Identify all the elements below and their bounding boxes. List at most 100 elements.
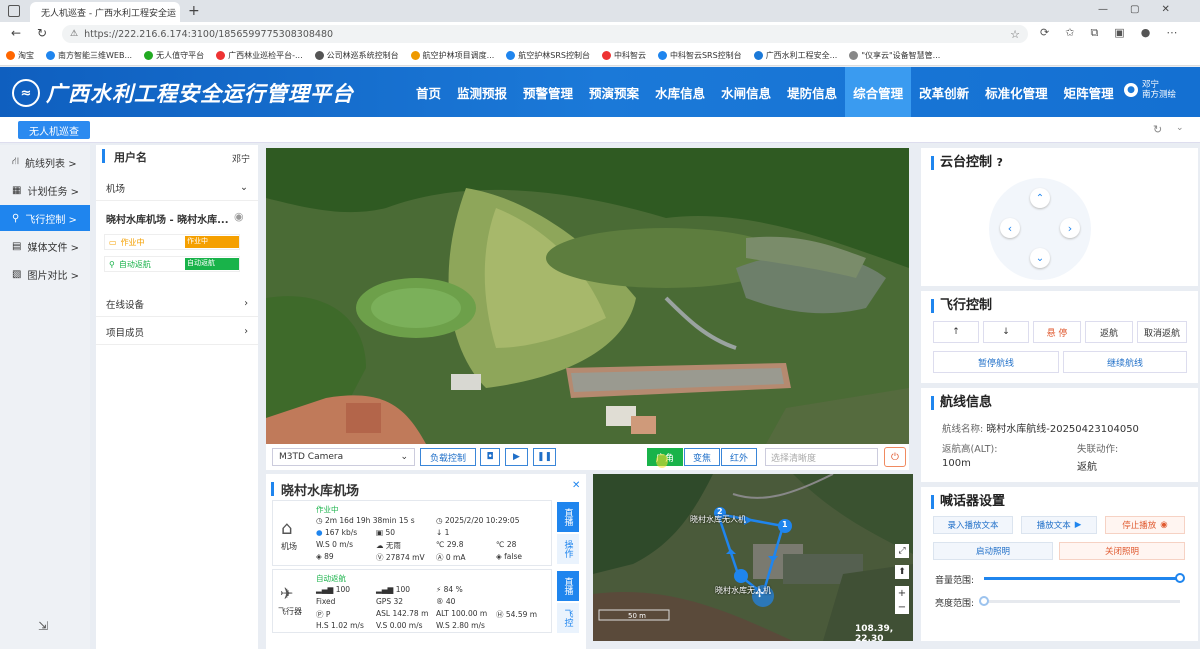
zoom-in-button[interactable]: + <box>895 586 909 600</box>
gimbal-down-button[interactable]: ⌄ <box>1030 248 1050 268</box>
close-icon[interactable]: ✕ <box>572 480 580 491</box>
gimbal-right-button[interactable]: › <box>1060 218 1080 238</box>
resume-route-button[interactable]: 继续航线 <box>1063 351 1187 373</box>
return-home-button[interactable]: 返航 <box>1085 321 1133 343</box>
nav-item[interactable]: 水闸信息 <box>713 67 779 117</box>
dock-operate-button[interactable]: 操作 <box>557 534 579 564</box>
profile-icon[interactable]: ● <box>1141 26 1151 40</box>
site-info-icon[interactable]: ⚠ <box>70 29 78 39</box>
cancel-return-button[interactable]: 取消返航 <box>1137 321 1187 343</box>
record-button[interactable]: ◘ <box>480 448 500 466</box>
eye-icon[interactable]: ◉ <box>234 210 244 223</box>
left-menu-item[interactable]: ⛙ 航线列表 > <box>0 149 90 175</box>
volume-slider-track[interactable] <box>984 577 1180 580</box>
lighting-on-button[interactable]: 启动照明 <box>933 542 1053 560</box>
favorite-star-icon[interactable]: ☆ <box>1010 28 1020 41</box>
hover-button[interactable]: 悬 停 <box>1033 321 1081 343</box>
maximize-icon[interactable]: ▢ <box>1130 4 1139 15</box>
lighting-off-button[interactable]: 关闭照明 <box>1059 542 1185 560</box>
gimbal-left-button[interactable]: ‹ <box>1000 218 1020 238</box>
bookmark-item[interactable]: 航空护林项目调度... <box>410 50 494 61</box>
left-menu-item[interactable]: ⚲ 飞行控制 > <box>0 205 90 231</box>
dock-current: Ⓐ 0 mA <box>436 553 466 562</box>
user-info[interactable]: ● 邓宁 南方测绘 <box>1124 80 1176 100</box>
nav-item[interactable]: 首页 <box>408 67 449 117</box>
camera-select[interactable]: M3TD Camera ⌄ <box>272 448 415 466</box>
flight-control-title: 飞行控制 <box>931 299 992 313</box>
collapse-menu-icon[interactable]: ⇲ <box>38 619 48 633</box>
play-button[interactable]: ▶ <box>505 448 528 466</box>
favorites-icon[interactable]: ✩ <box>1065 26 1074 40</box>
gimbal-title: 云台控制 ? <box>931 156 1003 170</box>
zoom-out-button[interactable]: − <box>895 600 909 614</box>
aircraft-fly-control-button[interactable]: 飞控 <box>557 603 579 633</box>
play-text-button[interactable]: 播放文本 ▶ <box>1021 516 1097 534</box>
airport-section[interactable]: 机场 ⌄ <box>96 175 258 201</box>
left-menu-item[interactable]: ▦ 计划任务 > <box>0 177 90 203</box>
nav-item[interactable]: 改革创新 <box>911 67 977 117</box>
bookmark-item[interactable]: 航空护林SRS控制台 <box>506 50 590 61</box>
clarity-select[interactable]: 选择清晰度 <box>765 448 878 466</box>
nav-item[interactable]: 预演预案 <box>581 67 647 117</box>
bookmark-item[interactable]: 无人值守平台 <box>144 50 204 61</box>
stop-play-button[interactable]: 停止播放 ◉ <box>1105 516 1185 534</box>
nav-item[interactable]: 预警管理 <box>515 67 581 117</box>
online-devices-section[interactable]: 在线设备 › <box>96 291 258 317</box>
bookmark-item[interactable]: "仪享云"设备智慧管... <box>849 50 940 61</box>
more-icon[interactable]: ⋯ <box>1166 26 1177 40</box>
nav-item[interactable]: 矩阵管理 <box>1056 67 1122 117</box>
nav-item[interactable]: 监测预报 <box>449 67 515 117</box>
help-icon[interactable]: ? <box>997 156 1003 169</box>
pause-route-button[interactable]: 暂停航线 <box>933 351 1059 373</box>
zoom-button[interactable]: 变焦 <box>684 448 720 466</box>
video-feed[interactable] <box>266 148 909 444</box>
record-text-button[interactable]: 录入播放文本 <box>933 516 1013 534</box>
bookmark-item[interactable]: 公司林巡系统控制台 <box>314 50 399 61</box>
bookmark-item[interactable]: 淘宝 <box>6 50 34 61</box>
bookmark-item[interactable]: 中科智云SRS控制台 <box>657 50 742 61</box>
reload-icon[interactable]: ↻ <box>37 26 47 40</box>
bookmark-item[interactable]: 广西水利工程安全... <box>753 50 837 61</box>
wallet-icon[interactable]: ▣ <box>1114 26 1124 40</box>
gimbal-up-button[interactable]: ⌃ <box>1030 188 1050 208</box>
nav-item[interactable]: 标准化管理 <box>977 67 1056 117</box>
tab-actions-icon[interactable] <box>8 5 20 17</box>
map-view[interactable]: 1 2 晓村水库无人机 晓村水库无人机 ✢ 50 m ⤢ ⬆ + − 108.3… <box>593 474 913 641</box>
collections-icon[interactable]: ⧉ <box>1090 26 1098 40</box>
bookmark-item[interactable]: 广西林业巡检平台-... <box>216 50 303 61</box>
back-icon[interactable]: ← <box>11 26 21 40</box>
compass-icon[interactable]: ⬆ <box>895 565 909 579</box>
bookmark-item[interactable]: 中科智云 <box>601 50 646 61</box>
descend-button[interactable]: ↓ <box>983 321 1029 343</box>
power-button[interactable]: ⏻ <box>884 447 906 467</box>
address-bar[interactable]: ⚠ https://222.216.6.174:3100/18565997753… <box>62 25 1028 43</box>
minimize-icon[interactable]: — <box>1098 4 1108 15</box>
left-menu-item[interactable]: ▧ 图片对比 > <box>0 261 90 287</box>
left-menu-item[interactable]: ▤ 媒体文件 > <box>0 233 90 259</box>
refresh-ext-icon[interactable]: ⟳ <box>1040 26 1049 40</box>
chevron-down-icon[interactable]: ⌄ <box>1176 123 1184 133</box>
project-members-section[interactable]: 项目成员 › <box>96 319 258 345</box>
dock-live-button[interactable]: 直播 <box>557 502 579 532</box>
waypoint-1[interactable]: 1 <box>782 520 788 529</box>
drone-marker-icon[interactable]: ✢ <box>755 587 764 600</box>
nav-item[interactable]: 水库信息 <box>647 67 713 117</box>
tab-drone-inspection[interactable]: 无人机巡查 <box>18 121 90 139</box>
nav-item[interactable]: 综合管理 <box>845 67 912 117</box>
payload-control-button[interactable]: 负载控制 <box>420 448 476 466</box>
refresh-icon[interactable]: ↻ <box>1153 123 1162 136</box>
close-window-icon[interactable]: ✕ <box>1161 4 1169 15</box>
browser-tab[interactable]: 无人机巡查 - 广西水利工程安全运 ✕ <box>30 2 180 22</box>
brightness-slider-track[interactable] <box>984 600 1180 603</box>
aircraft-live-button[interactable]: 直播 <box>557 571 579 601</box>
ascend-button[interactable]: ↑ <box>933 321 979 343</box>
nav-item[interactable]: 堤防信息 <box>779 67 845 117</box>
pause-button[interactable]: ❚❚ <box>533 448 556 466</box>
fullscreen-icon[interactable]: ⤢ <box>895 544 909 558</box>
brightness-slider-knob[interactable] <box>979 596 989 606</box>
volume-slider-knob[interactable] <box>1175 573 1185 583</box>
bookmark-item[interactable]: 南方智能三维WEB... <box>46 50 132 61</box>
airport-name[interactable]: 晓村水库机场 - 晓村水库... <box>106 211 229 226</box>
infrared-button[interactable]: 红外 <box>721 448 757 466</box>
new-tab-icon[interactable]: + <box>188 3 200 19</box>
